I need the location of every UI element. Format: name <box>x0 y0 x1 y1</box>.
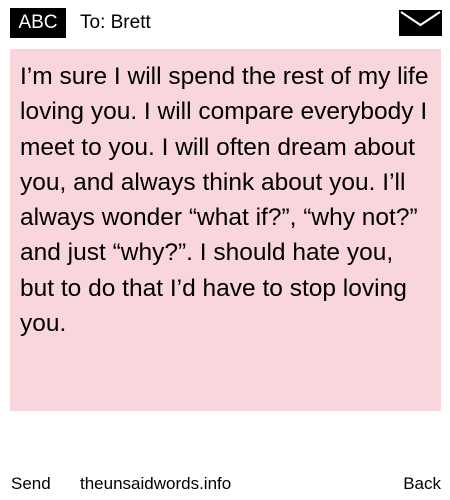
back-button[interactable]: Back <box>403 470 441 498</box>
envelope-icon <box>399 10 442 36</box>
recipient-label: To: Brett <box>80 12 151 33</box>
softkey-bar: Send theunsaidwords.info Back <box>0 470 450 498</box>
message-body-area[interactable]: I’m sure I will spend the rest of my lif… <box>10 49 441 411</box>
message-text: I’m sure I will spend the rest of my lif… <box>20 63 429 338</box>
input-mode-badge[interactable]: ABC <box>10 8 66 38</box>
message-header: ABC To: Brett <box>0 0 450 46</box>
site-credit: theunsaidwords.info <box>80 474 232 493</box>
send-button[interactable]: Send <box>11 470 51 498</box>
